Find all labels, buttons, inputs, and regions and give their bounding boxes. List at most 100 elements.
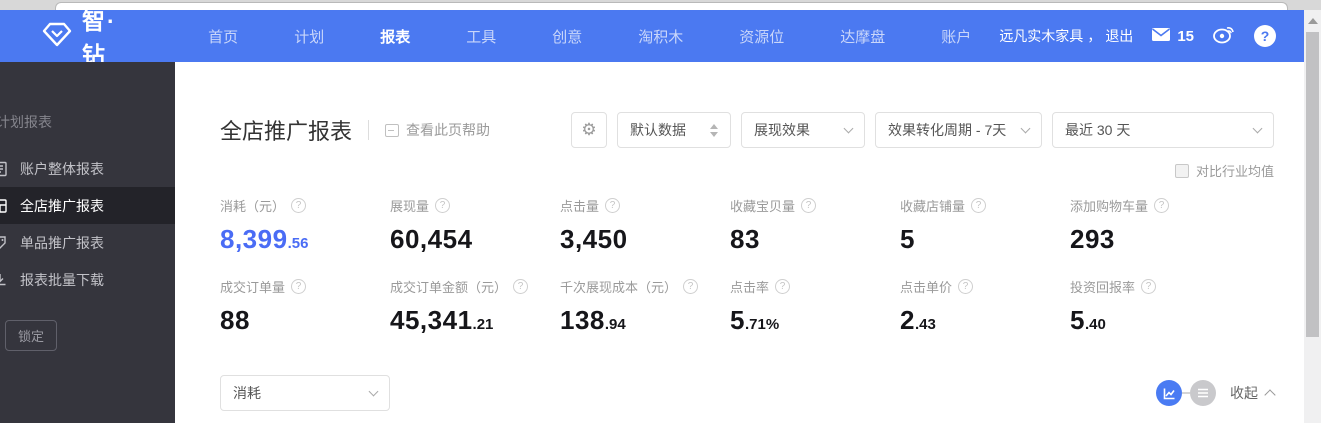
stat-value: 293 — [1070, 224, 1115, 254]
nav-item-report[interactable]: 报表 — [352, 26, 438, 47]
mail-count: 15 — [1177, 27, 1194, 45]
browser-omnibox-edge — [55, 2, 1288, 10]
weibo-icon[interactable] — [1212, 23, 1236, 50]
nav-item-plan[interactable]: 计划 — [266, 26, 352, 47]
stat-label: 点击量 — [560, 199, 600, 214]
stat-label: 投资回报率 — [1070, 280, 1136, 295]
question-icon[interactable]: ? — [513, 279, 529, 294]
scrollbar-up-arrow-icon[interactable] — [1308, 18, 1318, 24]
logout-link[interactable]: 退出 — [1105, 26, 1133, 46]
stat-value: 5.40 — [1070, 305, 1106, 335]
question-icon[interactable]: ? — [291, 279, 307, 294]
question-icon[interactable]: ? — [1154, 198, 1170, 213]
page-header-row: 全店推广报表 查看此页帮助 ⚙ 默认数据 展现效果 效果转化周期 - 7天 最近… — [175, 62, 1304, 148]
stat-value: 88 — [220, 305, 250, 335]
help-book-icon — [385, 123, 400, 137]
effect-select[interactable]: 展现效果 — [741, 112, 865, 148]
settings-button[interactable]: ⚙ — [571, 112, 607, 148]
stat-ctr: 点击率? 5.71% — [730, 277, 900, 336]
chevron-down-icon — [368, 386, 379, 397]
stat-label: 点击单价 — [900, 280, 953, 295]
stat-label: 成交订单量 — [220, 280, 286, 295]
page-title: 全店推广报表 — [220, 119, 353, 144]
question-icon[interactable]: ? — [971, 198, 987, 213]
stat-value: 3,450 — [560, 224, 628, 254]
compare-industry-row: 对比行业均值 — [175, 161, 1304, 180]
stat-clicks: 点击量? 3,450 — [560, 196, 730, 255]
page-help-link[interactable]: 查看此页帮助 — [385, 120, 490, 140]
stat-label: 成交订单金额（元） — [390, 280, 508, 295]
stat-cost: 消耗（元）? 8,399.56 — [220, 196, 390, 255]
collapse-label: 收起 — [1230, 385, 1258, 401]
app-header: 智·钻 首页 计划 报表 工具 创意 淘积木 资源位 达摩盘 账户 远凡实木家具… — [0, 8, 1304, 68]
page-help-label: 查看此页帮助 — [406, 122, 491, 138]
question-icon[interactable]: ? — [291, 198, 307, 213]
question-icon[interactable]: ? — [801, 198, 817, 213]
chart-metric-select[interactable]: 消耗 — [220, 375, 390, 411]
stat-cpc: 点击单价? 2.43 — [900, 277, 1070, 336]
question-icon[interactable]: ? — [435, 198, 451, 213]
question-icon[interactable]: ? — [1141, 279, 1157, 294]
data-mode-select[interactable]: 默认数据 — [617, 112, 731, 148]
question-icon[interactable]: ? — [775, 279, 791, 294]
question-icon[interactable]: ? — [605, 198, 621, 213]
toggle-connector — [1182, 392, 1190, 394]
nav-item-resource[interactable]: 资源位 — [711, 26, 812, 47]
stat-label: 千次展现成本（元） — [560, 280, 678, 295]
stat-label: 收藏店铺量 — [900, 199, 966, 214]
stat-value: 2.43 — [900, 305, 936, 335]
filter-controls: ⚙ 默认数据 展现效果 效果转化周期 - 7天 最近 30 天 — [571, 112, 1274, 148]
stat-order-amount: 成交订单金额（元）? 45,341.21 — [390, 277, 560, 336]
mail-icon — [1151, 27, 1171, 46]
line-chart-view-button[interactable] — [1156, 380, 1182, 406]
collapse-toggle[interactable]: 收起 — [1230, 383, 1276, 403]
sidebar: 计划报表 账户整体报表 全店推广报表 单品推广报表 报表批量下载 锁定 — [0, 62, 175, 423]
compare-industry-checkbox[interactable] — [1174, 163, 1189, 178]
table-view-button[interactable] — [1190, 380, 1216, 406]
nav-item-account[interactable]: 账户 — [913, 26, 999, 47]
stat-label: 添加购物车量 — [1070, 199, 1149, 214]
stat-label: 消耗（元） — [220, 199, 286, 214]
question-icon[interactable]: ? — [958, 279, 974, 294]
app-logo[interactable]: 智·钻 — [42, 2, 138, 70]
stat-fav-shops: 收藏店铺量? 5 — [900, 196, 1070, 255]
user-name[interactable]: 远凡实木家具 — [999, 26, 1083, 46]
tag-icon — [0, 235, 10, 251]
divider — [368, 120, 370, 140]
nav-item-creative[interactable]: 创意 — [524, 26, 610, 47]
scrollbar-thumb[interactable] — [1306, 32, 1319, 337]
download-icon — [0, 272, 10, 288]
sidebar-item-batch-download[interactable]: 报表批量下载 — [0, 261, 175, 298]
stat-value: 5.71% — [730, 305, 780, 335]
sidebar-item-label: 报表批量下载 — [20, 271, 104, 288]
question-icon[interactable]: ? — [683, 279, 699, 294]
stat-cpm: 千次展现成本（元）? 138.94 — [560, 277, 730, 336]
lock-button[interactable]: 锁定 — [5, 320, 58, 351]
compare-industry-label: 对比行业均值 — [1195, 164, 1274, 179]
help-icon[interactable]: ? — [1254, 25, 1276, 47]
sidebar-item-account-report[interactable]: 账户整体报表 — [0, 150, 175, 187]
sidebar-section-label: 计划报表 — [0, 114, 52, 130]
stat-impressions: 展现量? 60,454 — [390, 196, 560, 255]
conversion-cycle-select[interactable]: 效果转化周期 - 7天 — [875, 112, 1042, 148]
chart-view-toggles: 收起 — [1156, 380, 1276, 406]
page-scrollbar[interactable] — [1304, 10, 1321, 423]
stat-value: 138.94 — [560, 305, 626, 335]
stats-grid: 消耗（元）? 8,399.56 展现量? 60,454 点击量? 3,450 收… — [175, 196, 1304, 336]
stat-label: 点击率 — [730, 280, 770, 295]
sidebar-item-store-report[interactable]: 全店推广报表 — [0, 187, 175, 224]
nav-item-home[interactable]: 首页 — [180, 26, 266, 47]
diamond-logo-icon — [42, 21, 72, 52]
browser-edge-strip — [0, 0, 1321, 10]
nav-item-tools[interactable]: 工具 — [438, 26, 524, 47]
chart-control-bar: 消耗 收起 — [220, 375, 1276, 411]
date-range-select[interactable]: 最近 30 天 — [1052, 112, 1274, 148]
stat-label: 展现量 — [390, 199, 430, 214]
nav-item-taojimu[interactable]: 淘积木 — [610, 26, 711, 47]
nav-item-damopan[interactable]: 达摩盘 — [812, 26, 913, 47]
sidebar-item-label: 单品推广报表 — [20, 234, 104, 251]
gear-icon: ⚙ — [581, 120, 597, 139]
mail-indicator[interactable]: 15 — [1151, 27, 1194, 46]
sidebar-item-item-report[interactable]: 单品推广报表 — [0, 224, 175, 261]
store-grid-icon — [0, 198, 10, 214]
